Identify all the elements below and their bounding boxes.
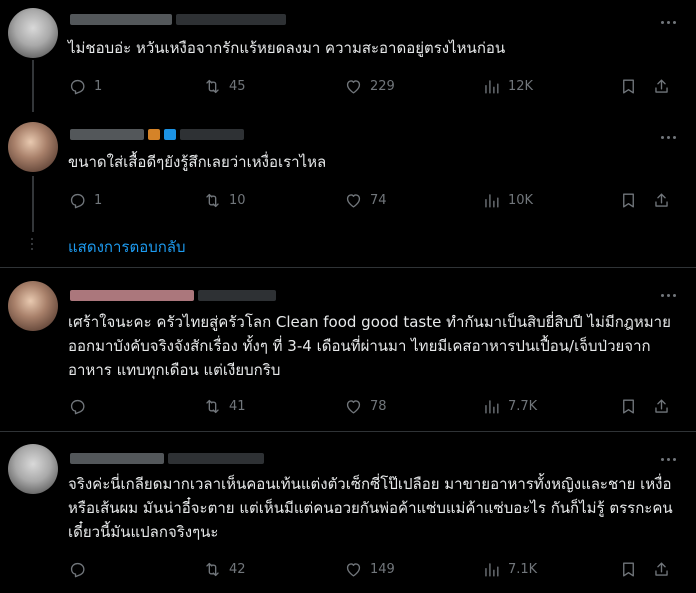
tweet-actions: 1 10 74 10K: [68, 188, 680, 212]
views-button[interactable]: 7.1K: [482, 557, 537, 581]
share-button[interactable]: [652, 557, 671, 581]
more-icon[interactable]: [658, 127, 678, 147]
retweet-button[interactable]: 41: [203, 394, 246, 418]
tweet-1[interactable]: ไม่ชอบอ่ะ หวันเหงือจากรักแร้หยดลงมา ความ…: [0, 0, 696, 112]
share-icon: [655, 398, 668, 413]
tweet-actions: 41 78 7.7K: [68, 394, 680, 418]
avatar[interactable]: [8, 444, 58, 494]
like-count: 229: [370, 78, 395, 94]
author-name-blurred[interactable]: [70, 13, 286, 25]
reply-button[interactable]: 1: [68, 188, 102, 212]
retweet-count: 10: [229, 192, 246, 208]
more-icon[interactable]: [658, 449, 678, 469]
reply-button[interactable]: 1: [68, 74, 102, 98]
like-count: 149: [370, 561, 395, 577]
views-button[interactable]: 12K: [482, 74, 533, 98]
bookmark-icon: [623, 78, 634, 94]
view-count: 7.7K: [508, 398, 538, 414]
bookmark-icon: [623, 561, 634, 577]
retweet-button[interactable]: 45: [203, 74, 246, 98]
view-count: 12K: [508, 78, 534, 94]
avatar[interactable]: [8, 8, 58, 58]
views-button[interactable]: 7.7K: [482, 394, 537, 418]
tweet-text: จริงค่ะนี่เกลียดมากเวลาเห็นคอนเท้นแต่งตั…: [68, 475, 673, 541]
share-button[interactable]: [652, 394, 671, 418]
views-button[interactable]: 10K: [482, 188, 533, 212]
avatar[interactable]: [8, 281, 58, 331]
view-count: 10K: [508, 192, 534, 208]
like-button[interactable]: 229: [344, 74, 395, 98]
tweet-2[interactable]: ขนาดใส่เสื้อดีๆยังรู้สึกเลยว่าเหงื่อเราไ…: [0, 108, 696, 270]
thread-line: [32, 176, 34, 232]
like-button[interactable]: 78: [344, 394, 387, 418]
tweet-actions: 42 149 7.1K: [68, 557, 680, 581]
tweet-3[interactable]: เศร้าใจนะคะ ครัวไทยสู่ครัวโลก Clean food…: [0, 268, 696, 430]
retweet-count: 42: [229, 561, 246, 577]
retweet-icon: [206, 193, 219, 207]
retweet-count: 41: [229, 398, 246, 414]
bookmark-button[interactable]: [619, 188, 638, 212]
retweet-count: 45: [229, 78, 246, 94]
like-icon: [346, 79, 361, 94]
bookmark-icon: [623, 192, 634, 208]
views-icon: [485, 79, 499, 94]
views-icon: [485, 193, 499, 208]
thread-line: [32, 60, 34, 112]
like-count: 78: [370, 398, 387, 414]
author-name-blurred[interactable]: [70, 452, 264, 464]
like-icon: [346, 562, 361, 577]
show-replies-link[interactable]: แสดงการตอบกลับ: [68, 235, 186, 259]
views-icon: [485, 399, 499, 414]
like-button[interactable]: 74: [344, 188, 387, 212]
views-icon: [485, 562, 499, 577]
share-icon: [655, 78, 668, 93]
tweet-actions: 1 45 229 12K: [68, 74, 680, 98]
reply-icon: [70, 562, 85, 577]
retweet-icon: [206, 399, 219, 413]
tweet-text: ไม่ชอบอ่ะ หวันเหงือจากรักแร้หยดลงมา ความ…: [68, 39, 506, 57]
more-icon[interactable]: [658, 285, 678, 305]
reply-count: 1: [94, 192, 103, 208]
avatar[interactable]: [8, 122, 58, 172]
like-icon: [346, 193, 361, 208]
tweet-text: เศร้าใจนะคะ ครัวไทยสู่ครัวโลก Clean food…: [68, 313, 671, 379]
share-button[interactable]: [652, 188, 671, 212]
bookmark-button[interactable]: [619, 74, 638, 98]
share-icon: [655, 561, 668, 576]
reply-count: 1: [94, 78, 103, 94]
tweet-text: ขนาดใส่เสื้อดีๆยังรู้สึกเลยว่าเหงื่อเราไ…: [68, 153, 327, 171]
reply-icon: [70, 399, 85, 414]
retweet-icon: [206, 562, 219, 576]
thread-dots: [31, 238, 35, 250]
author-name-blurred[interactable]: [70, 289, 276, 301]
tweet-4[interactable]: จริงค่ะนี่เกลียดมากเวลาเห็นคอนเท้นแต่งตั…: [0, 432, 696, 593]
like-button[interactable]: 149: [344, 557, 395, 581]
bookmark-icon: [623, 398, 634, 414]
bookmark-button[interactable]: [619, 557, 638, 581]
share-icon: [655, 192, 668, 207]
like-count: 74: [370, 192, 387, 208]
retweet-button[interactable]: 10: [203, 188, 246, 212]
reply-button[interactable]: [68, 394, 94, 418]
reply-icon: [70, 79, 85, 94]
view-count: 7.1K: [508, 561, 538, 577]
reply-button[interactable]: [68, 557, 94, 581]
reply-icon: [70, 193, 85, 208]
share-button[interactable]: [652, 74, 671, 98]
more-icon[interactable]: [658, 12, 678, 32]
retweet-icon: [206, 79, 219, 93]
like-icon: [346, 399, 361, 414]
bookmark-button[interactable]: [619, 394, 638, 418]
retweet-button[interactable]: 42: [203, 557, 246, 581]
author-name-blurred[interactable]: [70, 128, 244, 140]
